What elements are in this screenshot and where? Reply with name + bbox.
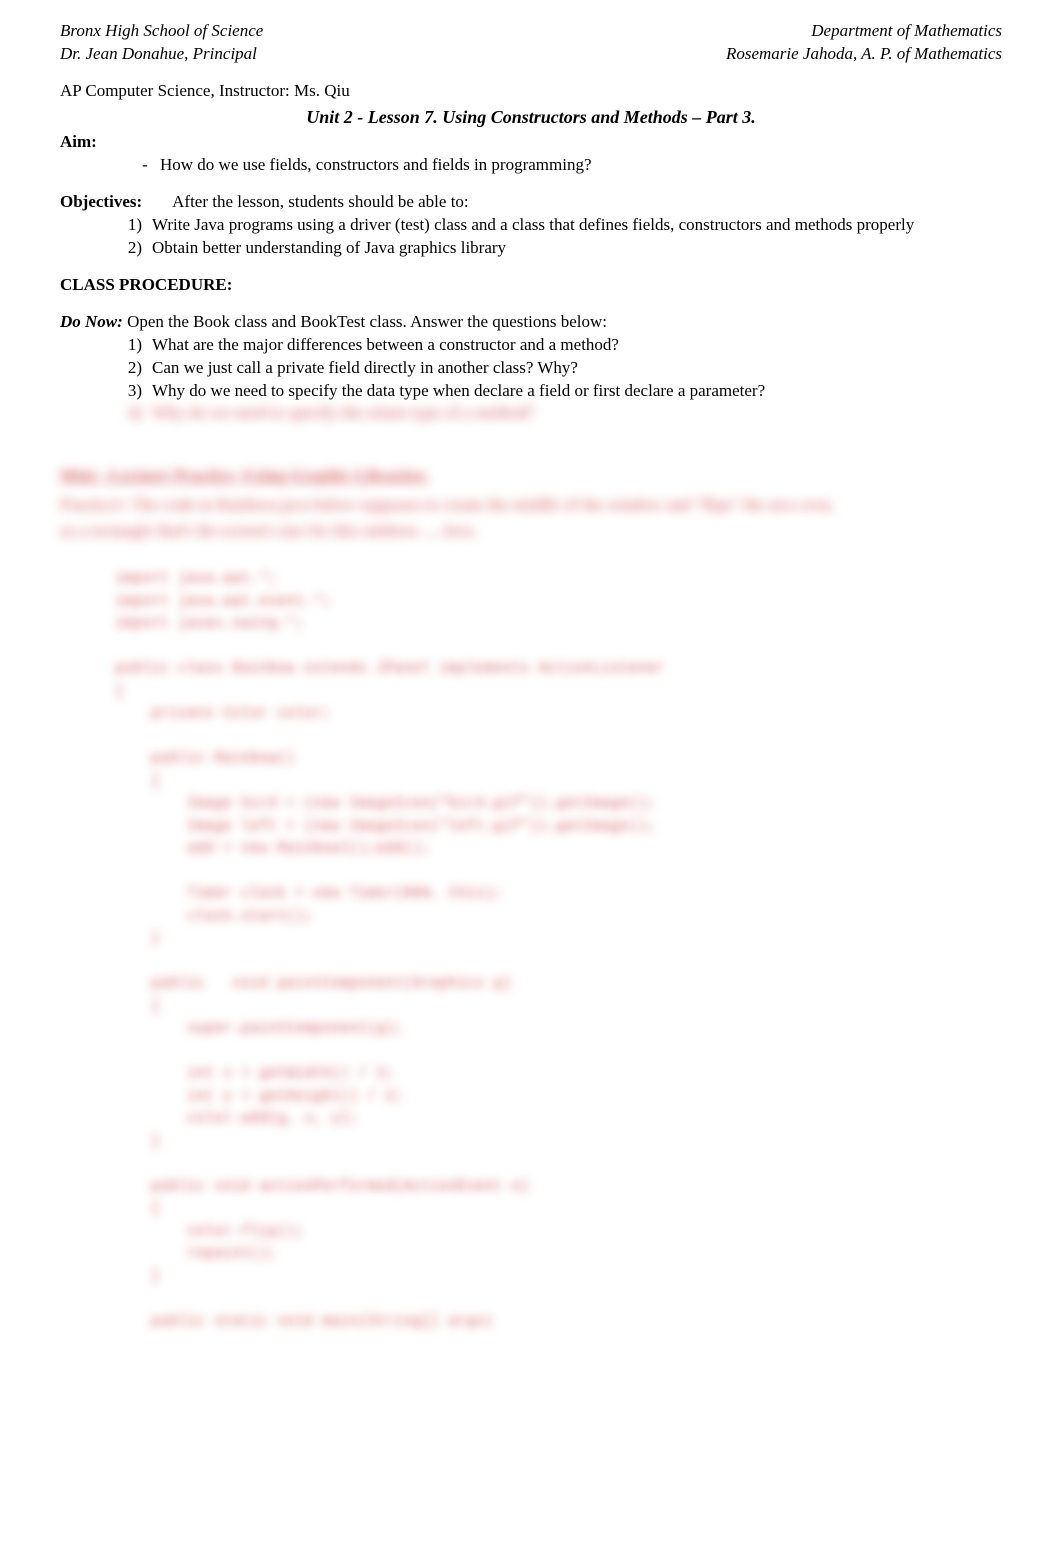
blurred-code-block: import java.awt.*; import java.awt.event… — [115, 568, 1002, 1333]
list-item: 2) Obtain better understanding of Java g… — [120, 237, 1002, 260]
ap-name: Rosemarie Jahoda, A. P. of Mathematics — [726, 43, 1002, 66]
donow-item-text: What are the major differences between a… — [152, 334, 1002, 357]
blurred-paragraph: Practice1: The code in Rainbow.java belo… — [60, 492, 1002, 543]
unit-title: Unit 2 - Lesson 7. Using Constructors an… — [60, 105, 1002, 129]
donow-item-text: Can we just call a private field directl… — [152, 357, 1002, 380]
list-item: 1) What are the major differences betwee… — [120, 334, 1002, 357]
dash-icon: - — [130, 154, 160, 177]
objectives-label: Objectives: — [60, 191, 142, 214]
marker: 2) — [120, 237, 152, 260]
header-row-1: Bronx High School of Science Department … — [60, 20, 1002, 43]
blurred-para-line2: as a rectangle that's the screen's size … — [60, 521, 477, 540]
instructor-line: AP Computer Science, Instructor: Ms. Qiu — [60, 80, 1002, 103]
objectives-row: Objectives: After the lesson, students s… — [60, 191, 1002, 214]
aim-text: How do we use fields, constructors and f… — [160, 154, 592, 177]
list-item: 2) Can we just call a private field dire… — [120, 357, 1002, 380]
donow-item-text-blurred: Why do we need to specify the return typ… — [152, 402, 1002, 425]
header-row-2: Dr. Jean Donahue, Principal Rosemarie Ja… — [60, 43, 1002, 66]
objective-text: Obtain better understanding of Java grap… — [152, 237, 1002, 260]
marker: 3) — [120, 380, 152, 403]
list-item-blurred: 4) Why do we need to specify the return … — [120, 402, 1002, 425]
marker: 1) — [120, 214, 152, 237]
marker: 4) — [120, 402, 152, 425]
blurred-para-line1: Practice1: The code in Rainbow.java belo… — [60, 495, 834, 514]
objectives-list: 1) Write Java programs using a driver (t… — [120, 214, 1002, 260]
principal-name: Dr. Jean Donahue, Principal — [60, 43, 257, 66]
marker: 1) — [120, 334, 152, 357]
list-item: 1) Write Java programs using a driver (t… — [120, 214, 1002, 237]
objective-text: Write Java programs using a driver (test… — [152, 214, 1002, 237]
donow-item-text: Why do we need to specify the data type … — [152, 380, 1002, 403]
aim-label: Aim: — [60, 131, 1002, 154]
list-item: 3) Why do we need to specify the data ty… — [120, 380, 1002, 403]
blurred-heading: Mini - Lecture/ Practice -Using Graphic … — [60, 465, 1002, 488]
donow-label: Do Now: — [60, 312, 123, 331]
school-name: Bronx High School of Science — [60, 20, 263, 43]
aim-list: - How do we use fields, constructors and… — [130, 154, 1002, 177]
class-procedure-label: CLASS PROCEDURE: — [60, 274, 1002, 297]
marker: 2) — [120, 357, 152, 380]
donow-text: Open the Book class and BookTest class. … — [127, 312, 607, 331]
aim-item: - How do we use fields, constructors and… — [130, 154, 1002, 177]
donow-row: Do Now: Open the Book class and BookTest… — [60, 311, 1002, 334]
department-name: Department of Mathematics — [811, 20, 1002, 43]
donow-list: 1) What are the major differences betwee… — [120, 334, 1002, 426]
objectives-intro: After the lesson, students should be abl… — [172, 191, 469, 214]
